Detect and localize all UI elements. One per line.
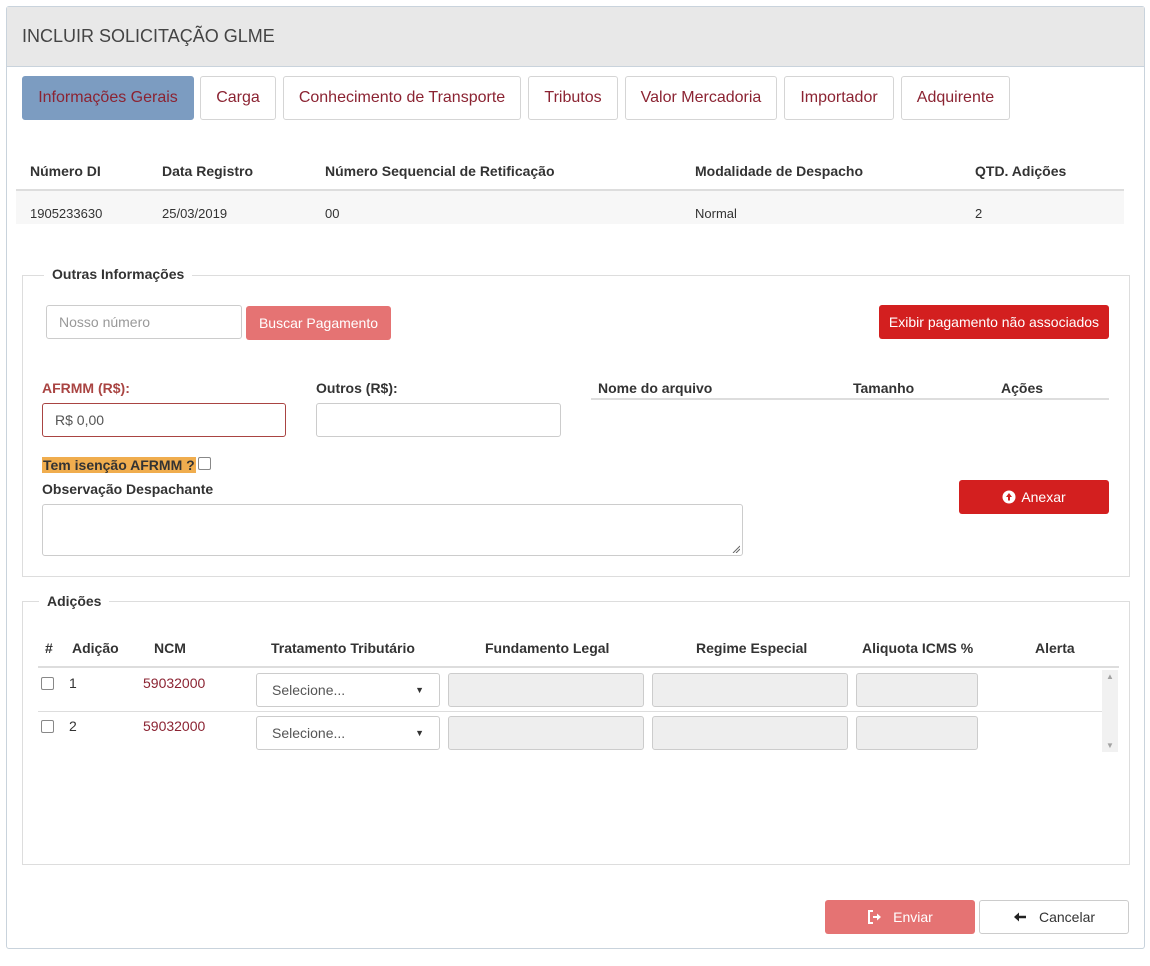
di-header-sequencial: Número Sequencial de Retificação	[325, 163, 555, 179]
file-header-tamanho: Tamanho	[853, 380, 915, 396]
enviar-label: Enviar	[893, 909, 933, 925]
file-header-nome: Nome do arquivo	[598, 380, 713, 396]
adicao-row-1-number: 1	[69, 675, 77, 691]
adicao-row-2-aliquota-input	[856, 716, 978, 750]
adicao-row-1-aliquota-input	[856, 673, 978, 707]
tab-adquirente[interactable]: Adquirente	[901, 76, 1010, 120]
adicao-row-2-regime-input	[652, 716, 848, 750]
adicao-row-1-checkbox[interactable]	[41, 677, 54, 690]
observacao-textarea[interactable]	[42, 504, 743, 556]
page-title: INCLUIR SOLICITAÇÃO GLME	[7, 7, 1144, 67]
tab-carga[interactable]: Carga	[200, 76, 276, 120]
adicao-row-1-tratamento-value: Selecione...	[272, 682, 346, 698]
outros-input[interactable]	[316, 403, 561, 437]
observacao-label: Observação Despachante	[42, 481, 214, 497]
tab-informacoes-gerais[interactable]: Informações Gerais	[22, 76, 194, 120]
outras-informacoes-legend: Outras Informações	[44, 266, 193, 282]
enviar-button[interactable]: Enviar	[825, 900, 975, 934]
di-numero-value: 1905233630	[30, 206, 103, 221]
adicoes-header-tratamento: Tratamento Tributário	[271, 640, 415, 656]
resize-grip-icon	[732, 545, 740, 553]
adicao-row-1-ncm[interactable]: 59032000	[143, 675, 205, 691]
di-header-qtd: QTD. Adições	[975, 163, 1067, 179]
adicao-row-2-tratamento-select[interactable]: Selecione... ▼	[256, 716, 440, 750]
di-data-value: 25/03/2019	[162, 206, 228, 221]
di-sequencial-value: 00	[325, 206, 340, 221]
adicoes-legend: Adições	[39, 593, 110, 609]
adicoes-header-divider	[38, 666, 1119, 668]
outros-label: Outros (R$):	[316, 380, 398, 396]
cancelar-button[interactable]: Cancelar	[979, 900, 1129, 934]
tab-importador[interactable]: Importador	[784, 76, 894, 120]
di-header-modalidade: Modalidade de Despacho	[695, 163, 864, 179]
adicoes-header-aliquota: Aliquota ICMS %	[862, 640, 974, 656]
tab-tributos[interactable]: Tributos	[528, 76, 618, 120]
adicao-row-2-checkbox[interactable]	[41, 720, 54, 733]
file-header-acoes: Ações	[1001, 380, 1044, 396]
adicao-row-1-fundamento-input	[448, 673, 644, 707]
adicao-row-1-regime-input	[652, 673, 848, 707]
sign-out-icon	[868, 910, 882, 924]
di-divider	[16, 189, 1124, 191]
buscar-pagamento-button[interactable]: Buscar Pagamento	[246, 306, 391, 340]
di-modalidade-value: Normal	[695, 206, 737, 221]
file-table-divider	[591, 398, 1109, 400]
adicao-row-2-tratamento-value: Selecione...	[272, 725, 346, 741]
adicoes-header-regime: Regime Especial	[696, 640, 808, 656]
di-qtd-value: 2	[975, 206, 983, 221]
anexar-label: Anexar	[1021, 489, 1066, 505]
di-header-data: Data Registro	[162, 163, 254, 179]
tab-valor-mercadoria[interactable]: Valor Mercadoria	[625, 76, 777, 120]
anexar-button[interactable]: Anexar	[959, 480, 1109, 514]
exibir-pagamento-button[interactable]: Exibir pagamento não associados	[879, 305, 1109, 339]
cancelar-label: Cancelar	[1038, 909, 1096, 925]
arrow-left-icon	[1013, 912, 1026, 922]
afrmm-input[interactable]: R$ 0,00	[42, 403, 286, 437]
isencao-afrmm-checkbox[interactable]	[198, 457, 211, 470]
adicao-row-2-fundamento-input	[448, 716, 644, 750]
adicoes-header-fundamento: Fundamento Legal	[485, 640, 610, 656]
adicao-row-2-number: 2	[69, 718, 77, 734]
adicao-row-1-tratamento-select[interactable]: Selecione... ▼	[256, 673, 440, 707]
chevron-down-icon: ▼	[415, 685, 424, 695]
isencao-afrmm-label: Tem isenção AFRMM ?	[42, 457, 196, 473]
adicao-row-2-ncm[interactable]: 59032000	[143, 718, 205, 734]
adicoes-header-hash: #	[45, 640, 53, 656]
adicao-row-divider	[38, 711, 1102, 712]
chevron-down-icon: ▼	[415, 728, 424, 738]
upload-icon	[1002, 490, 1016, 504]
scroll-down-icon[interactable]: ▼	[1102, 741, 1118, 750]
adicoes-header-alerta: Alerta	[1035, 640, 1075, 656]
adicoes-scrollbar[interactable]: ▲ ▼	[1102, 670, 1118, 752]
afrmm-label: AFRMM (R$):	[42, 380, 130, 396]
adicoes-header-adicao: Adição	[72, 640, 119, 656]
nosso-numero-input[interactable]: Nosso número	[46, 305, 242, 339]
scroll-up-icon[interactable]: ▲	[1102, 672, 1118, 681]
adicoes-header-ncm: NCM	[154, 640, 186, 656]
tab-conhecimento-transporte[interactable]: Conhecimento de Transporte	[283, 76, 521, 120]
di-header-numero: Número DI	[30, 163, 101, 179]
